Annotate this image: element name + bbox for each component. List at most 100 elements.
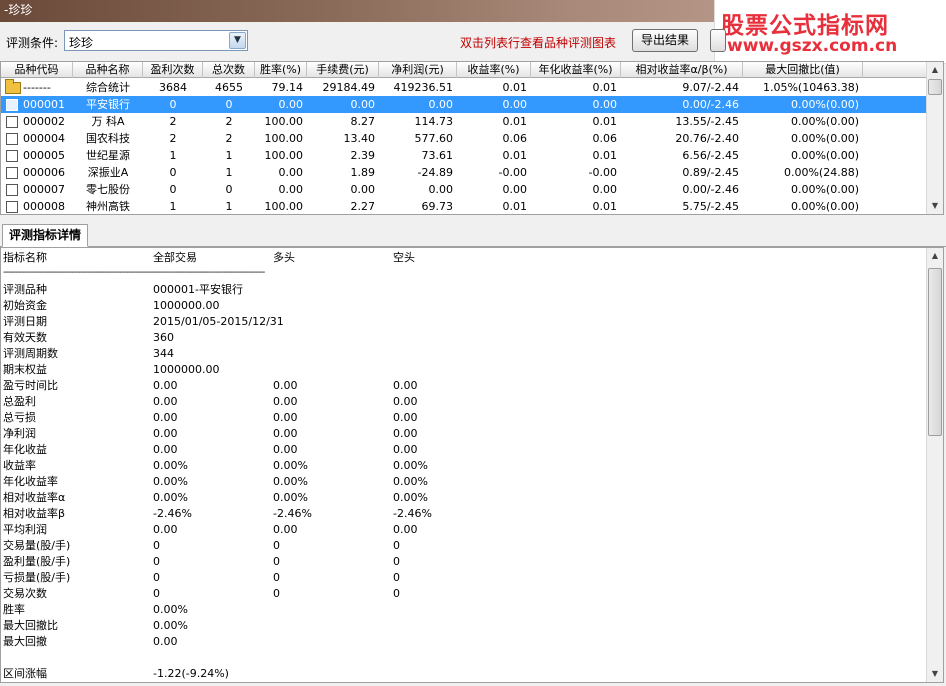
table-cell: 114.73 [414,115,454,128]
export-button[interactable]: 导出结果 [632,29,698,52]
column-header[interactable]: 盈利次数 [143,62,203,78]
detail-label: 相对收益率α [3,491,66,504]
table-cell: 6.56/-2.45 [682,149,739,162]
detail-short: 0 [393,539,400,552]
detail-short: 0.00% [393,475,428,488]
table-row[interactable]: 000002 万 科A 2 2 100.00 8.27 114.73 0.01 0.01 13.5… [1,113,927,130]
table-cell: 13.40 [343,132,376,145]
detail-label: 最大回撤 [3,635,47,648]
detail-all: 0 [153,571,160,584]
table-cell: 世纪星源 [86,149,130,162]
table-cell: 000005 [23,149,65,162]
column-header[interactable]: 胜率(%) [255,62,307,78]
column-header[interactable]: 品种代码 [1,62,73,78]
table-cell: 100.00 [264,132,304,145]
column-header[interactable]: 相对收益率α/β(%) [621,62,743,78]
table-cell: 1.05%(10463.38) [762,81,859,94]
table-cell: 0.01 [502,149,528,162]
detail-all: 0.00 [153,379,178,392]
table-row[interactable]: 000001 平安银行 0 0 0.00 0.00 0.00 0.00 0.00 0.00/-2.… [1,96,927,113]
table-cell: 0.00/-2.46 [682,183,739,196]
detail-all: 1000000.00 [153,363,220,376]
table-cell: 0 [225,183,233,196]
detail-label: 交易次数 [3,587,47,600]
extra-button[interactable] [710,29,726,52]
table-cell: 2 [225,132,233,145]
scroll-down-icon[interactable]: ▼ [927,666,943,682]
table-scrollbar[interactable]: ▲ ▼ [926,62,943,214]
detail-label: 交易量(股/手) [3,539,71,552]
results-table: 品种代码 品种名称 盈利次数 总次数 胜率(%) 手续费(元) 净利润(元) 收益率(%) 年化… [0,61,944,215]
detail-scrollbar[interactable]: ▲ ▼ [926,248,943,682]
detail-all: 0.00% [153,603,188,616]
detail-label: 评测周期数 [3,347,58,360]
column-header[interactable]: 总次数 [203,62,255,78]
chevron-down-icon[interactable]: ▼ [229,32,246,49]
column-header[interactable]: 手续费(元) [307,62,379,78]
detail-all: 2015/01/05-2015/12/31 [153,315,284,328]
table-cell: 0.01 [592,149,618,162]
table-cell: 0.00 [502,183,528,196]
detail-long: 0 [273,571,280,584]
tab-bar: 评测指标详情 [0,223,946,247]
table-cell: 2.39 [350,149,376,162]
document-icon [6,201,18,213]
detail-short: 0.00% [393,491,428,504]
tab-detail[interactable]: 评测指标详情 [2,224,89,247]
table-row[interactable]: 000006 深振业A 0 1 0.00 1.89 -24.89 -0.00 -0.00 0.89… [1,164,927,181]
table-cell: 0.01 [502,200,528,213]
table-row[interactable]: ------- 综合统计 3684 4655 79.14 29184.49 419236.5… [1,79,927,96]
condition-label: 评测条件: [6,36,59,50]
table-cell: 000006 [23,166,65,179]
column-header[interactable]: 净利润(元) [379,62,457,78]
scroll-up-icon[interactable]: ▲ [927,248,943,264]
scroll-up-icon[interactable]: ▲ [927,62,943,78]
table-cell: 0.00/-2.46 [682,98,739,111]
detail-label: 评测品种 [3,283,47,296]
table-cell: 1 [225,200,233,213]
table-cell: -0.00 [588,166,617,179]
table-cell: 1.89 [350,166,376,179]
detail-short: 0 [393,587,400,600]
table-cell: 国农科技 [86,132,130,145]
detail-short: 0.00 [393,395,418,408]
table-cell: 0.00%(0.00) [790,132,859,145]
detail-header-all: 全部交易 [153,251,197,264]
table-cell: 0.06 [592,132,618,145]
detail-label: 总亏损 [3,411,36,424]
detail-label: 相对收益率β [3,507,66,520]
detail-long: 0.00 [273,395,298,408]
detail-all: 0.00 [153,635,178,648]
table-cell: -24.89 [417,166,453,179]
table-cell: 73.61 [421,149,454,162]
table-cell: 0.00 [278,166,304,179]
detail-all: 0.00 [153,523,178,536]
column-header[interactable]: 收益率(%) [457,62,531,78]
table-cell: 0 [225,98,233,111]
scroll-thumb[interactable] [928,268,942,436]
detail-label: 平均利润 [3,523,47,536]
detail-all: -1.22(-9.24%) [153,667,229,680]
scroll-down-icon[interactable]: ▼ [927,198,943,214]
table-cell: 1 [169,149,177,162]
table-row[interactable]: 000004 国农科技 2 2 100.00 13.40 577.60 0.06 0.06 20.… [1,130,927,147]
table-cell: 0.01 [592,200,618,213]
document-icon [6,150,18,162]
table-cell: 0 [169,183,177,196]
table-cell: 1 [225,166,233,179]
condition-select[interactable]: 珍珍 ▼ [64,30,248,51]
detail-short: 0.00 [393,443,418,456]
column-header[interactable]: 最大回撤比(值) [743,62,863,78]
detail-short: 0.00 [393,427,418,440]
detail-all: -2.46% [153,507,192,520]
table-row[interactable]: 000008 神州高铁 1 1 100.00 2.27 69.73 0.01 0.01 5.75/… [1,198,927,214]
column-header[interactable]: 年化收益率(%) [531,62,621,78]
table-cell: 0.00 [350,98,376,111]
detail-separator: ----------------------------------------… [3,265,265,278]
scroll-thumb[interactable] [928,79,942,95]
table-row[interactable]: 000005 世纪星源 1 1 100.00 2.39 73.61 0.01 0.01 6.56/… [1,147,927,164]
table-cell: 0.00%(0.00) [790,183,859,196]
column-header[interactable]: 品种名称 [73,62,143,78]
table-row[interactable]: 000007 零七股份 0 0 0.00 0.00 0.00 0.00 0.00 0.00/-2.… [1,181,927,198]
table-cell: 神州高铁 [86,200,130,213]
